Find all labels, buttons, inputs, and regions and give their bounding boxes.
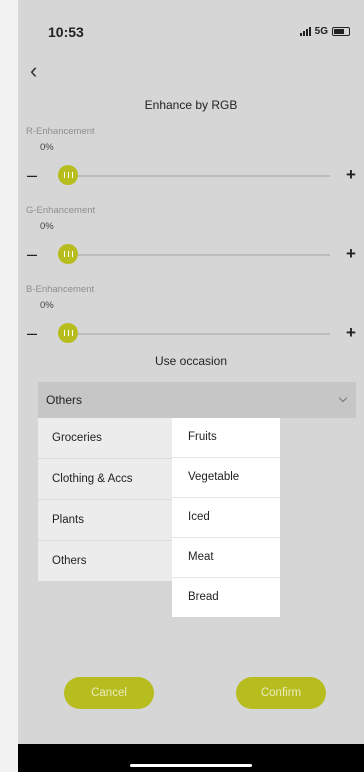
battery-icon — [332, 27, 350, 36]
b-enhancement-label: B-Enhancement — [26, 284, 95, 295]
phone-screen: 10:53 5G ‹ Enhance by RGB R-Enhancement … — [18, 0, 364, 772]
occasion-select[interactable]: Others — [38, 382, 356, 418]
subcategory-item-meat[interactable]: Meat — [172, 538, 280, 578]
category-item-clothing[interactable]: Clothing & Accs — [38, 459, 172, 500]
back-button[interactable]: ‹ — [30, 60, 37, 82]
page-title: Enhance by RGB — [144, 98, 238, 112]
signal-icon — [299, 27, 311, 36]
chevron-down-icon — [338, 393, 348, 403]
confirm-button[interactable]: Confirm — [236, 677, 326, 709]
r-enhancement-value: 0% — [40, 142, 54, 153]
subcategory-list: Fruits Vegetable Iced Meat Bread — [172, 418, 280, 617]
b-increase-button[interactable]: + — [346, 324, 356, 342]
subcategory-item-vegetable[interactable]: Vegetable — [172, 458, 280, 498]
g-increase-button[interactable]: + — [346, 245, 356, 263]
status-time: 10:53 — [48, 24, 84, 40]
occasion-selected-value: Others — [46, 393, 83, 407]
slider-thumb[interactable] — [58, 165, 78, 185]
r-decrease-button[interactable]: – — [27, 166, 37, 184]
home-bar — [18, 744, 364, 772]
r-increase-button[interactable]: + — [346, 166, 356, 184]
g-decrease-button[interactable]: – — [27, 245, 37, 263]
status-icons: 5G — [299, 26, 350, 37]
b-enhancement-value: 0% — [40, 300, 54, 311]
r-enhancement-slider: – + — [18, 164, 364, 188]
g-enhancement-slider: – + — [18, 243, 364, 267]
category-list: Groceries Clothing & Accs Plants Others — [38, 418, 172, 581]
subcategory-item-iced[interactable]: Iced — [172, 498, 280, 538]
cancel-button[interactable]: Cancel — [64, 677, 154, 709]
subcategory-item-fruits[interactable]: Fruits — [172, 418, 280, 458]
slider-thumb[interactable] — [58, 244, 78, 264]
grip-icon — [63, 172, 73, 178]
chevron-left-icon: ‹ — [30, 58, 38, 83]
g-enhancement-label: G-Enhancement — [26, 205, 96, 216]
b-decrease-button[interactable]: – — [27, 324, 37, 342]
subcategory-item-bread[interactable]: Bread — [172, 578, 280, 617]
r-enhancement-label: R-Enhancement — [26, 126, 95, 137]
slider-thumb[interactable] — [58, 323, 78, 343]
g-enhancement-value: 0% — [40, 221, 54, 232]
category-item-plants[interactable]: Plants — [38, 500, 172, 541]
grip-icon — [63, 330, 73, 336]
slider-track[interactable] — [58, 333, 330, 335]
network-label: 5G — [314, 26, 328, 37]
slider-track[interactable] — [58, 254, 330, 256]
grip-icon — [63, 251, 73, 257]
home-indicator[interactable] — [130, 764, 252, 767]
b-enhancement-slider: – + — [18, 322, 364, 346]
category-item-groceries[interactable]: Groceries — [38, 418, 172, 459]
slider-track[interactable] — [58, 175, 330, 177]
use-occasion-label: Use occasion — [154, 354, 228, 368]
status-bar: 10:53 5G — [18, 0, 364, 64]
category-item-others[interactable]: Others — [38, 541, 172, 581]
